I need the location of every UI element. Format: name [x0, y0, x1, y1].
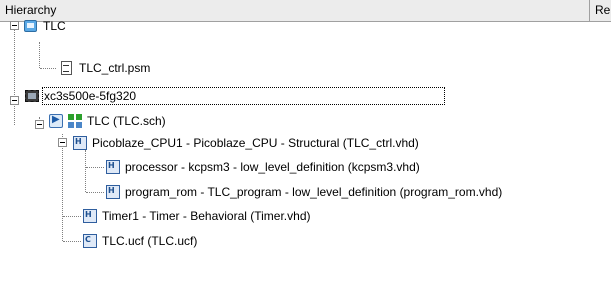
- vhdl-module-icon: H: [82, 208, 98, 224]
- tree-item-label: program_rom - TLC_program - low_level_de…: [125, 185, 503, 199]
- vhdl-module-icon: H: [72, 135, 88, 151]
- tree-item-timer[interactable]: H Timer1 - Timer - Behavioral (Timer.vhd…: [82, 207, 311, 225]
- schematic-module-icon: [67, 113, 83, 129]
- vhdl-module-icon: H: [105, 184, 121, 200]
- document-icon: [59, 60, 75, 76]
- tree-item-ucf[interactable]: C TLC.ucf (TLC.ucf): [82, 232, 198, 250]
- project-icon: [23, 18, 39, 34]
- hierarchy-column-header[interactable]: Hierarchy: [0, 0, 590, 21]
- tree-item-label: TLC_ctrl.psm: [79, 61, 151, 75]
- tree-item-label: Picoblaze_CPU1 - Picoblaze_CPU - Structu…: [92, 136, 419, 150]
- constraints-file-icon: C: [82, 233, 98, 249]
- hierarchy-tree[interactable]: TLC TLC_ctrl.psm xc3s500e-5fg320 TLC (TL…: [0, 19, 611, 262]
- tree-connector: [85, 150, 86, 192]
- tree-connector: [86, 167, 104, 168]
- tree-item-picoblaze[interactable]: H Picoblaze_CPU1 - Picoblaze_CPU - Struc…: [72, 134, 420, 152]
- tree-item-tlc-sch[interactable]: TLC (TLC.sch): [48, 112, 167, 130]
- tree-connector: [62, 134, 63, 241]
- tree-item-device[interactable]: xc3s500e-5fg320: [24, 87, 446, 105]
- tree-item-label: TLC.ucf (TLC.ucf): [102, 234, 198, 248]
- tree-item-label: TLC: [43, 19, 66, 33]
- tree-item-processor[interactable]: H processor - kcpsm3 - low_level_definit…: [105, 158, 421, 176]
- tree-item-label: xc3s500e-5fg320: [41, 87, 446, 105]
- tree-connector: [86, 192, 104, 193]
- chip-icon: [24, 88, 40, 104]
- tree-connector: [40, 68, 56, 69]
- tree-item-label: processor - kcpsm3 - low_level_definitio…: [125, 160, 420, 174]
- next-column-header[interactable]: Re: [591, 0, 611, 21]
- collapse-toggle-picoblaze[interactable]: [58, 138, 67, 147]
- collapse-toggle-tlc-sch[interactable]: [35, 120, 44, 129]
- tree-item-tlc-ctrl-psm[interactable]: TLC_ctrl.psm: [59, 59, 151, 77]
- tree-item-tlc-project[interactable]: TLC: [23, 17, 67, 35]
- tree-connector: [14, 26, 15, 125]
- tree-item-label: TLC (TLC.sch): [87, 114, 166, 128]
- collapse-toggle-device[interactable]: [10, 96, 19, 105]
- schematic-top-icon: [48, 113, 64, 129]
- tree-item-label: Timer1 - Timer - Behavioral (Timer.vhd): [102, 209, 311, 223]
- collapse-toggle-tlc[interactable]: [10, 21, 19, 30]
- column-header-bar: Hierarchy Re: [0, 0, 611, 22]
- tree-connector: [63, 216, 81, 217]
- vhdl-module-icon: H: [105, 159, 121, 175]
- tree-connector: [39, 42, 40, 68]
- tree-item-program-rom[interactable]: H program_rom - TLC_program - low_level_…: [105, 183, 503, 201]
- tree-connector: [63, 241, 81, 242]
